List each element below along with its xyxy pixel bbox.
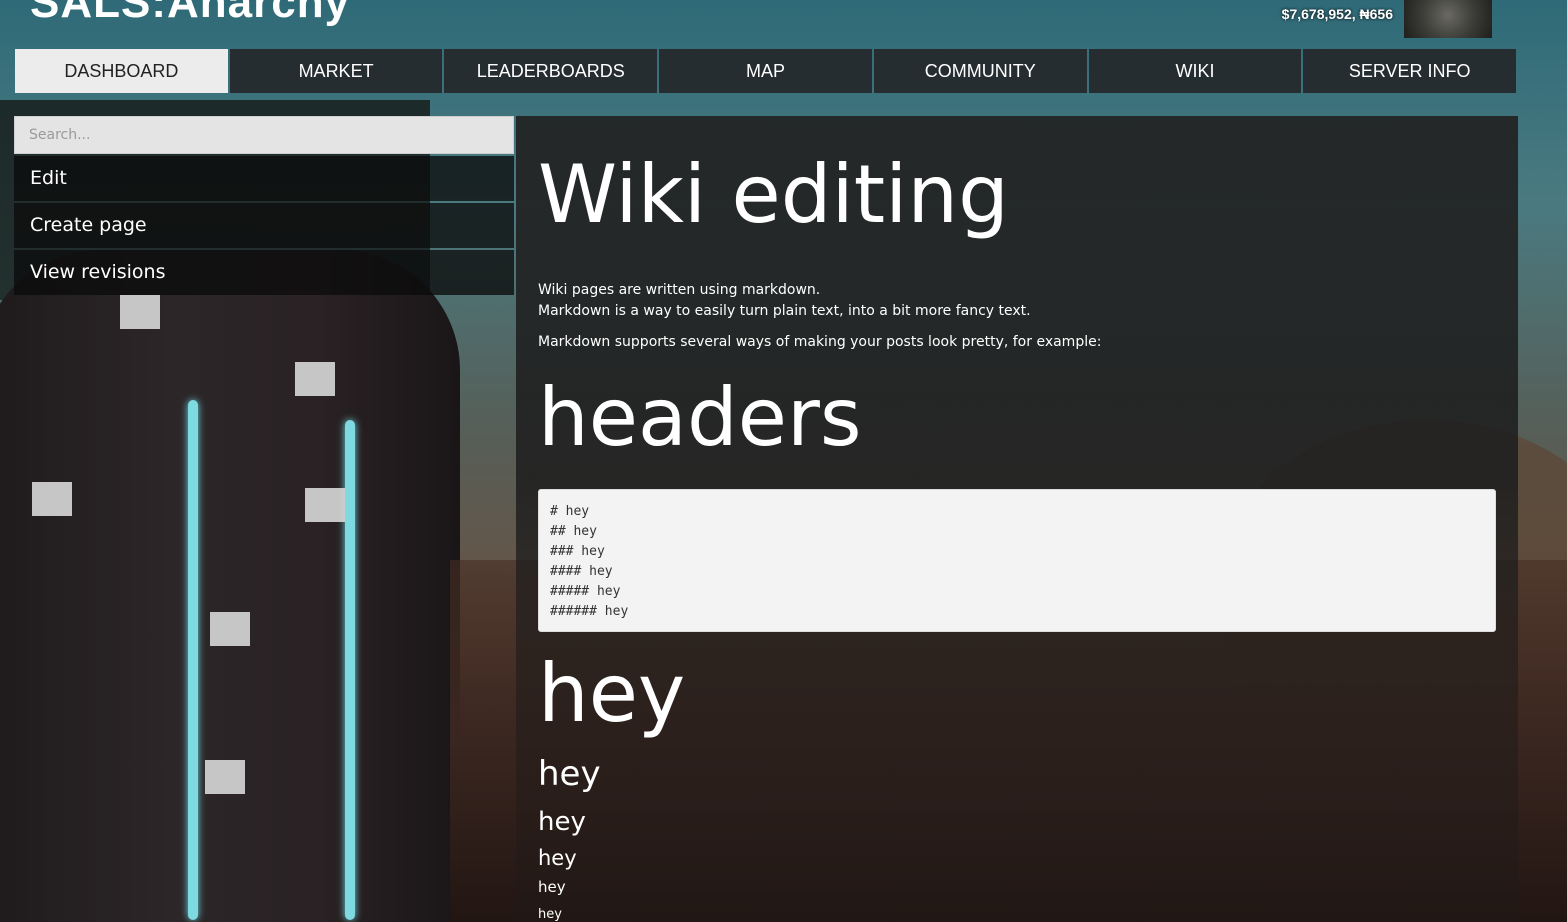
- nav-tab-market[interactable]: MARKET: [229, 49, 443, 93]
- nav-tab-server-info[interactable]: SERVER INFO: [1303, 49, 1517, 93]
- example-heading-5: hey: [538, 878, 566, 896]
- background-window: [120, 295, 160, 329]
- background-window: [205, 760, 245, 794]
- intro-line-2: Markdown is a way to easily turn plain t…: [538, 303, 1031, 319]
- example-heading-2: hey: [538, 754, 601, 794]
- background-tower: [0, 250, 460, 922]
- section-heading: headers: [538, 371, 862, 464]
- sidebar-item-edit[interactable]: Edit: [14, 156, 514, 201]
- background-window: [210, 612, 250, 646]
- code-line: ##### hey: [550, 584, 621, 599]
- code-line: ## hey: [550, 524, 597, 539]
- nav-tab-map[interactable]: MAP: [659, 49, 872, 93]
- nav-tab-leaderboards[interactable]: LEADERBOARDS: [444, 49, 658, 93]
- intro-line-3: Markdown supports several ways of making…: [538, 334, 1102, 350]
- account-balance: $7,678,952, ₦656: [1281, 6, 1393, 22]
- code-line: ### hey: [550, 544, 605, 559]
- example-heading-1: hey: [538, 647, 686, 740]
- example-heading-6: hey: [538, 907, 562, 922]
- example-heading-4: hey: [538, 846, 577, 870]
- nav-tab-community[interactable]: COMMUNITY: [873, 49, 1087, 93]
- background-neon-stripe: [188, 400, 198, 920]
- background-window: [305, 488, 345, 522]
- sidebar-item-view-revisions[interactable]: View revisions: [14, 250, 514, 295]
- search-input[interactable]: [14, 116, 514, 154]
- wiki-content-panel: Wiki editing Wiki pages are written usin…: [516, 116, 1518, 922]
- main-nav: DASHBOARD MARKET LEADERBOARDS MAP COMMUN…: [15, 49, 1517, 93]
- nav-tab-wiki[interactable]: WIKI: [1088, 49, 1302, 93]
- example-heading-3: hey: [538, 807, 586, 837]
- sidebar-item-create-page[interactable]: Create page: [14, 203, 514, 248]
- code-block[interactable]: # hey ## hey ### hey #### hey ##### hey …: [538, 489, 1496, 632]
- code-line: # hey: [550, 504, 590, 519]
- intro-line-1: Wiki pages are written using markdown.: [538, 282, 821, 298]
- page-title: Wiki editing: [538, 148, 1009, 241]
- site-title[interactable]: SALS:Anarchy: [30, 0, 350, 28]
- background-window: [295, 362, 335, 396]
- background-window: [32, 482, 72, 516]
- background-neon-stripe: [345, 420, 355, 920]
- intro-text: Wiki pages are written using markdown. M…: [538, 280, 1496, 322]
- user-avatar[interactable]: [1404, 0, 1492, 38]
- nav-tab-dashboard[interactable]: DASHBOARD: [15, 49, 228, 93]
- code-line: ###### hey: [550, 604, 629, 619]
- code-line: #### hey: [550, 564, 613, 579]
- wiki-sidebar: Edit Create page View revisions: [14, 116, 514, 295]
